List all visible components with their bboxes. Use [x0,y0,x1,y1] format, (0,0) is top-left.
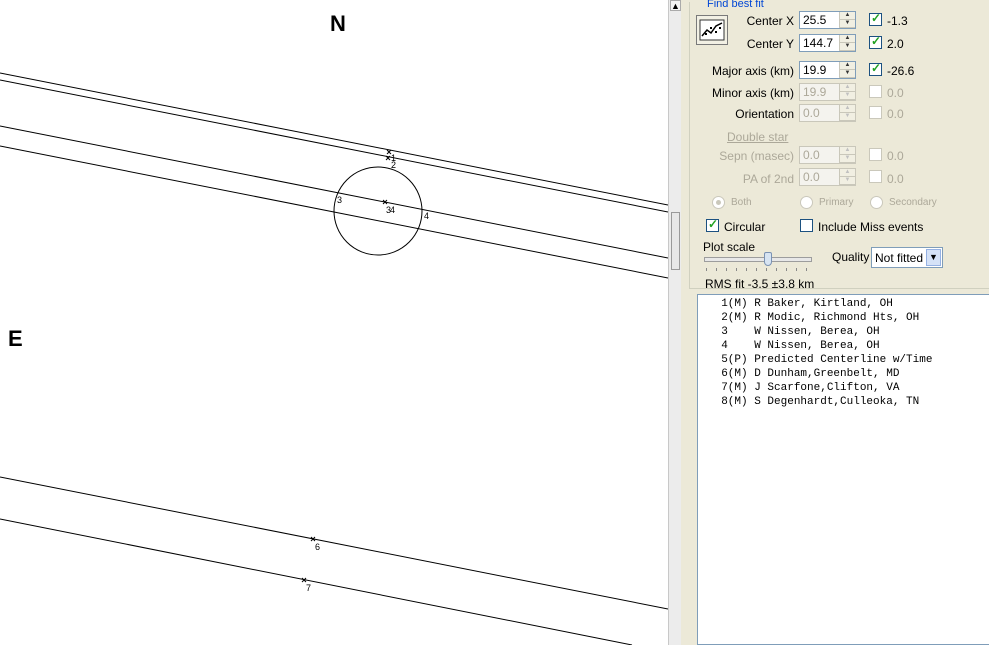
chord-label-3a: 3 [337,195,342,205]
list-item[interactable]: 1(M) R Baker, Kirtland, OH [708,298,893,310]
center-y-field[interactable]: 144.7 ▲ ▼ [799,34,856,52]
chord-1-line [0,72,668,206]
double-star-label: Double star [727,130,789,144]
scrollbar-thumb[interactable] [671,212,680,270]
radio-both-label: Both [731,197,752,208]
list-item[interactable]: 6(M) D Dunham,Greenbelt, MD [708,368,899,380]
major-axis-offset: -26.6 [887,64,915,78]
orientation-field: 0.0 ▲ ▼ [799,104,856,122]
fit-button[interactable] [696,15,728,45]
plot-scale-label: Plot scale [703,240,756,254]
plot-scale-slider[interactable] [704,257,812,262]
chord-label-6: 6 [315,542,320,552]
radio-both [712,196,725,209]
north-label: N [330,11,346,36]
vertical-scrollbar[interactable]: ▲ [668,0,682,645]
observer-list[interactable]: 1(M) R Baker, Kirtland, OH 2(M) R Modic,… [697,294,989,645]
radio-primary-label: Primary [819,197,854,208]
include-miss-checkbox[interactable] [800,219,813,232]
center-x-offset: -1.3 [887,14,908,28]
center-y-offset: 2.0 [887,37,904,51]
center-x-label: Center X [746,14,794,28]
sepn-checkbox [869,148,882,161]
circular-checkbox[interactable]: ✓ [706,217,719,232]
chord-label-2: 2 [391,160,396,170]
minor-axis-offset: 0.0 [887,86,904,100]
find-best-fit-group: Find best fit Center X 25.5 ▲ ▼ ✓ -1.3 Cen… [689,0,989,289]
center-y-label: Center Y [746,37,794,51]
occultation-plot[interactable]: 1 2 3 3 4 4 6 7 N E [0,0,668,645]
chord-plot-svg: 1 2 3 3 4 4 6 7 [0,72,668,645]
group-title-link[interactable]: Find best fit [706,0,765,10]
radio-secondary-label: Secondary [889,197,937,208]
sepn-label: Sepn (masec) [719,149,794,163]
fitted-profile-circle [333,166,423,256]
orientation-checkbox [869,106,882,119]
list-item[interactable]: 2(M) R Modic, Richmond Hts, OH [708,312,919,324]
list-item[interactable]: 3 W Nissen, Berea, OH [708,326,879,338]
center-x-checkbox[interactable]: ✓ [869,11,882,26]
radio-secondary [870,196,883,209]
pa2-offset: 0.0 [887,172,904,186]
pa2-checkbox [869,170,882,183]
plot-scale-slider-thumb[interactable] [764,252,772,266]
minor-axis-field: 19.9 ▲ ▼ [799,83,856,101]
quality-dropdown[interactable]: Not fitted ▼ [871,247,943,268]
circular-label: Circular [724,220,766,234]
list-item[interactable]: 8(M) S Degenhardt,Culleoka, TN [708,396,919,408]
minor-axis-checkbox [869,85,882,98]
chord-7-line [0,518,633,645]
center-y-checkbox[interactable]: ✓ [869,34,882,49]
sepn-offset: 0.0 [887,149,904,163]
rms-fit-text: RMS fit -3.5 ±3.8 km [705,277,815,291]
chord-6-line [0,476,668,610]
orientation-label: Orientation [735,107,794,121]
list-item[interactable]: 5(P) Predicted Centerline w/Time [708,354,932,366]
chord-label-4b: 4 [424,211,429,221]
center-x-field[interactable]: 25.5 ▲ ▼ [799,11,856,29]
sepn-field: 0.0 ▲ ▼ [799,146,856,164]
scroll-up-icon[interactable]: ▲ [670,0,681,11]
chord-label-4a: 4 [390,205,395,215]
quality-label: Quality [832,250,870,264]
chord-label-7: 7 [306,583,311,593]
chart-fit-icon [699,19,725,41]
major-axis-label: Major axis (km) [711,64,794,78]
radio-primary [800,196,813,209]
include-miss-label: Include Miss events [818,220,924,234]
pa2-field: 0.0 ▲ ▼ [799,168,856,186]
chevron-down-icon[interactable]: ▼ [926,249,941,266]
list-item[interactable]: 4 W Nissen, Berea, OH [708,340,879,352]
major-axis-field[interactable]: 19.9 ▲ ▼ [799,61,856,79]
major-axis-checkbox[interactable]: ✓ [869,61,882,76]
minor-axis-label: Minor axis (km) [711,86,794,100]
orientation-offset: 0.0 [887,107,904,121]
pa2-label: PA of 2nd [742,172,794,186]
east-label: E [8,326,23,351]
list-item[interactable]: 7(M) J Scarfone,Clifton, VA [708,382,899,394]
